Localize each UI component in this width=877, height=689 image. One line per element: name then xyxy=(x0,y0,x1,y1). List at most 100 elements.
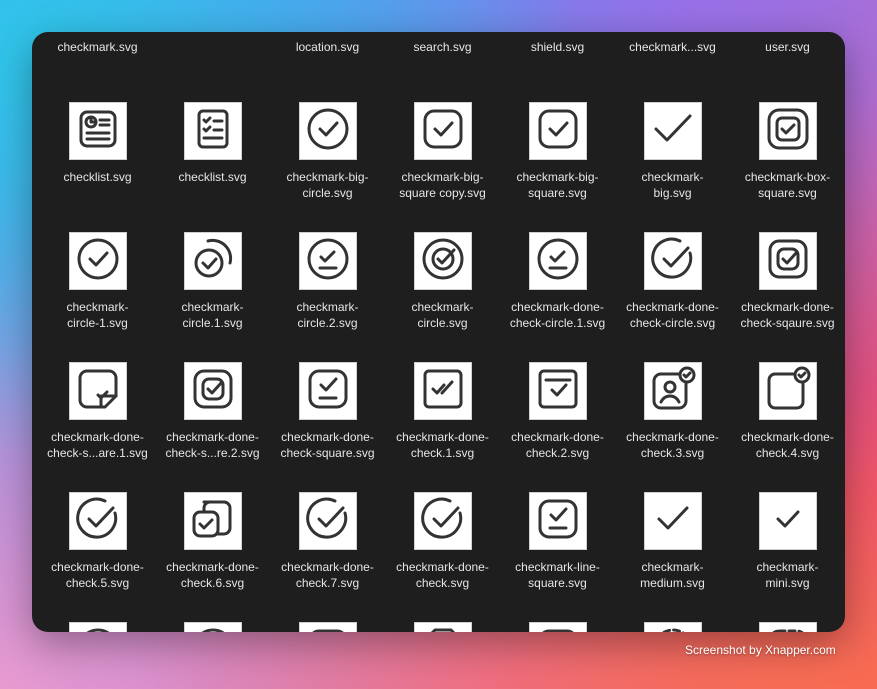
file-thumbnail xyxy=(758,622,817,632)
file-thumbnail xyxy=(413,362,472,420)
file-thumbnail xyxy=(183,492,242,551)
file-name: checklist.svg xyxy=(178,170,247,184)
file-item[interactable]: checkmark-done- check-s...are.1.svg xyxy=(40,327,155,460)
file-item[interactable]: checkmark-big- square.svg xyxy=(500,67,615,200)
double-check-dashed-square-icon xyxy=(761,622,815,632)
double-check-line-circle-icon xyxy=(186,622,240,632)
file-item[interactable]: checkmark-done- check.1.svg xyxy=(385,327,500,460)
file-thumbnail xyxy=(528,362,587,420)
double-check-line-square-icon xyxy=(301,622,355,632)
file-item[interactable] xyxy=(155,587,270,632)
file-item[interactable]: search.svg xyxy=(385,32,500,67)
checkmark-stacked-squares-icon xyxy=(186,492,240,551)
file-item[interactable]: checkmark- circle.1.svg xyxy=(155,197,270,330)
double-check-circle-icon xyxy=(71,622,125,632)
file-item[interactable]: checkmark.svg xyxy=(40,32,155,67)
file-item[interactable]: checkmark- circle.svg xyxy=(385,197,500,330)
checkmark-big-square-icon xyxy=(531,102,585,161)
file-name: shield.svg xyxy=(530,40,585,54)
checkmark-square-folded-icon xyxy=(71,362,125,421)
file-item[interactable]: checkmark- big.svg xyxy=(615,67,730,200)
file-name: user.svg xyxy=(765,40,810,54)
file-item[interactable]: shield.svg xyxy=(500,32,615,67)
file-item[interactable] xyxy=(615,587,730,632)
file-item[interactable]: checkmark- medium.svg xyxy=(615,457,730,590)
file-name: checkmark...svg xyxy=(629,40,716,54)
checkmark-circle-arc-icon xyxy=(186,232,240,291)
file-name: search.svg xyxy=(413,40,472,54)
file-item[interactable]: checkmark-done- check.3.svg xyxy=(615,327,730,460)
file-thumbnail xyxy=(413,492,472,551)
square-check-badge-icon xyxy=(761,362,815,421)
file-item[interactable] xyxy=(500,587,615,632)
file-thumbnail xyxy=(298,362,357,421)
file-thumbnail xyxy=(643,492,702,551)
file-thumbnail xyxy=(643,362,702,420)
finder-window: checkmark.svg location.svg search.svg shiel… xyxy=(32,32,845,632)
file-item[interactable]: checklist.svg xyxy=(155,67,270,197)
file-name: location.svg xyxy=(295,40,360,54)
file-item[interactable]: checkmark-line- square.svg xyxy=(500,457,615,590)
file-item[interactable]: checkmark-done- check-circle.1.svg xyxy=(500,197,615,330)
file-thumbnail xyxy=(183,622,242,632)
checkmark-circle-open-icon xyxy=(416,492,470,551)
file-thumbnail xyxy=(643,232,702,290)
file-item[interactable]: checkmark- circle.2.svg xyxy=(270,197,385,330)
file-item[interactable] xyxy=(730,587,845,632)
file-item[interactable]: checkmark-done- check-sqaure.svg xyxy=(730,197,845,330)
checkmark-medium-icon xyxy=(646,492,700,551)
checklist-document-icon xyxy=(186,102,240,161)
file-thumbnail xyxy=(528,102,587,161)
file-item[interactable]: checkmark-done- check.2.svg xyxy=(500,327,615,460)
file-item[interactable]: checkmark-done- check-s...re.2.svg xyxy=(155,327,270,460)
file-item[interactable]: checklist.svg xyxy=(40,67,155,197)
file-thumbnail xyxy=(68,232,127,291)
file-item[interactable]: checkmark-done- check.4.svg xyxy=(730,327,845,460)
checkmark-square-nested-icon xyxy=(761,232,815,291)
file-thumbnail xyxy=(298,492,357,551)
checkmark-circle-line-icon xyxy=(531,232,585,291)
file-thumbnail xyxy=(183,232,242,291)
file-item[interactable] xyxy=(385,587,500,632)
file-item[interactable]: user.svg xyxy=(730,32,845,67)
checkmark-circle-open-icon xyxy=(301,492,355,551)
file-item[interactable]: checkmark-big- circle.svg xyxy=(270,67,385,200)
checkmark-square-line-icon xyxy=(301,362,355,421)
file-item[interactable] xyxy=(270,587,385,632)
screenshot-credit: Screenshot by Xnapper.com xyxy=(685,643,836,657)
checkmark-circle-icon xyxy=(71,232,125,291)
file-item[interactable]: checkmark-done- check.5.svg xyxy=(40,457,155,590)
file-item[interactable]: checkmark-done- check.6.svg xyxy=(155,457,270,590)
file-thumbnail xyxy=(68,622,127,632)
file-item[interactable]: checkmark-done- check-circle.svg xyxy=(615,197,730,330)
file-grid: checkmark.svg location.svg search.svg shiel… xyxy=(40,32,845,632)
file-item[interactable]: location.svg xyxy=(270,32,385,67)
file-thumbnail xyxy=(68,102,127,160)
checkmark-circle-open-icon xyxy=(71,492,125,551)
file-thumbnail xyxy=(643,102,702,160)
file-item[interactable]: checkmark...svg xyxy=(615,32,730,67)
file-name: checklist.svg xyxy=(63,170,132,184)
file-item[interactable]: checkmark-done- check.7.svg xyxy=(270,457,385,590)
file-thumbnail xyxy=(528,622,587,632)
file-thumbnail xyxy=(643,622,702,632)
file-thumbnail xyxy=(528,232,587,291)
file-thumbnail xyxy=(298,102,357,160)
file-item[interactable]: checkmark-box- square.svg xyxy=(730,67,845,200)
file-item[interactable]: checkmark- mini.svg xyxy=(730,457,845,590)
file-item[interactable] xyxy=(155,32,270,67)
file-item[interactable] xyxy=(40,587,155,632)
file-thumbnail xyxy=(413,622,472,632)
file-thumbnail xyxy=(298,622,357,632)
file-item[interactable]: checkmark- circle-1.svg xyxy=(40,197,155,330)
file-thumbnail xyxy=(413,232,472,290)
file-item[interactable]: checkmark-big- square copy.svg xyxy=(385,67,500,200)
checkmark-box-square-icon xyxy=(761,102,815,161)
double-check-square-icon xyxy=(531,622,585,632)
checkmark-square-line-icon xyxy=(531,492,585,551)
file-thumbnail xyxy=(183,362,242,420)
file-thumbnail xyxy=(758,102,817,161)
file-item[interactable]: checkmark-done- check.svg xyxy=(385,457,500,590)
checkmark-big-square-icon xyxy=(416,102,470,161)
file-item[interactable]: checkmark-done- check-square.svg xyxy=(270,327,385,460)
